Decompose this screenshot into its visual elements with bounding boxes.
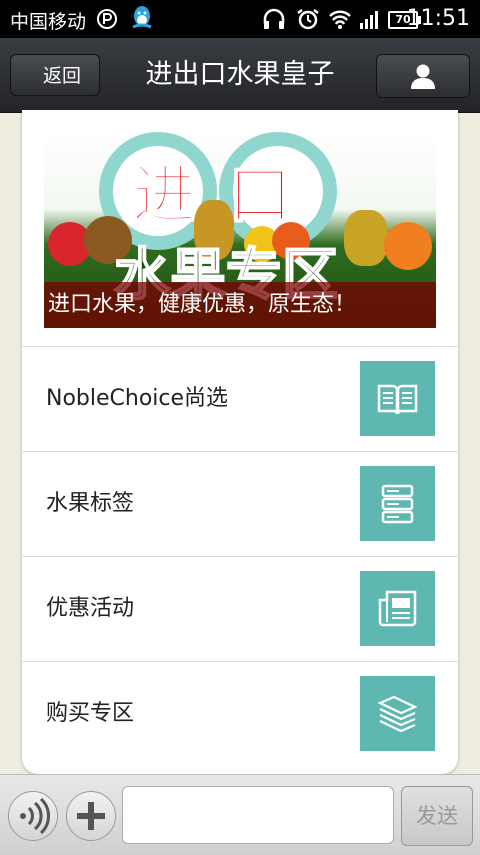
menu-item-label: 水果标签 <box>46 491 135 516</box>
profile-button[interactable] <box>376 54 470 98</box>
send-button[interactable]: 发送 <box>401 786 473 846</box>
menu-item-label: 购买专区 <box>46 701 135 726</box>
signal-p-icon <box>96 8 118 34</box>
banner-image[interactable]: 进口 水果专区 进口水果，健康优惠，原生态！ <box>44 130 436 328</box>
newspaper-icon <box>378 590 417 627</box>
book-icon <box>377 384 418 415</box>
server-stack-icon <box>381 484 414 524</box>
qq-icon <box>130 5 154 35</box>
menu-item-label: NobleChoice尚选 <box>46 386 229 411</box>
menu-item-tile[interactable] <box>360 466 435 541</box>
menu-item-noblechoice[interactable]: NobleChoice尚选 <box>22 346 458 451</box>
title-bar: 返回 进出口水果皇子 <box>0 38 480 113</box>
message-input[interactable] <box>122 786 394 844</box>
banner-caption: 进口水果，健康优惠，原生态！ <box>44 282 436 328</box>
plus-icon <box>77 802 105 830</box>
menu-item-tile[interactable] <box>360 361 435 436</box>
headphone-icon <box>262 8 286 34</box>
back-button[interactable]: 返回 <box>10 54 100 96</box>
clock: 11:51 <box>406 6 470 31</box>
content-card: 进口 水果专区 进口水果，健康优惠，原生态！ NobleChoice尚选 水果标… <box>22 110 458 774</box>
wifi-icon <box>328 8 352 34</box>
voice-icon <box>20 797 51 835</box>
status-bar: 中国移动 70 11:51 <box>0 0 480 38</box>
menu-item-purchase[interactable]: 购买专区 <box>22 661 458 766</box>
alarm-icon <box>296 8 320 34</box>
paper-stack-icon <box>377 695 418 733</box>
back-button-label: 返回 <box>42 65 81 87</box>
menu-item-label: 优惠活动 <box>46 596 135 621</box>
menu-item-tile[interactable] <box>360 676 435 751</box>
voice-button[interactable] <box>8 791 58 841</box>
page-title: 进出口水果皇子 <box>145 59 335 90</box>
menu-item-promotions[interactable]: 优惠活动 <box>22 556 458 661</box>
menu-item-fruit-tags[interactable]: 水果标签 <box>22 451 458 556</box>
input-bar: 发送 <box>0 774 480 855</box>
cell-signal-icon <box>358 8 380 34</box>
plus-button[interactable] <box>66 791 116 841</box>
carrier-name: 中国移动 <box>10 11 87 33</box>
person-icon <box>409 62 437 94</box>
menu-item-tile[interactable] <box>360 571 435 646</box>
